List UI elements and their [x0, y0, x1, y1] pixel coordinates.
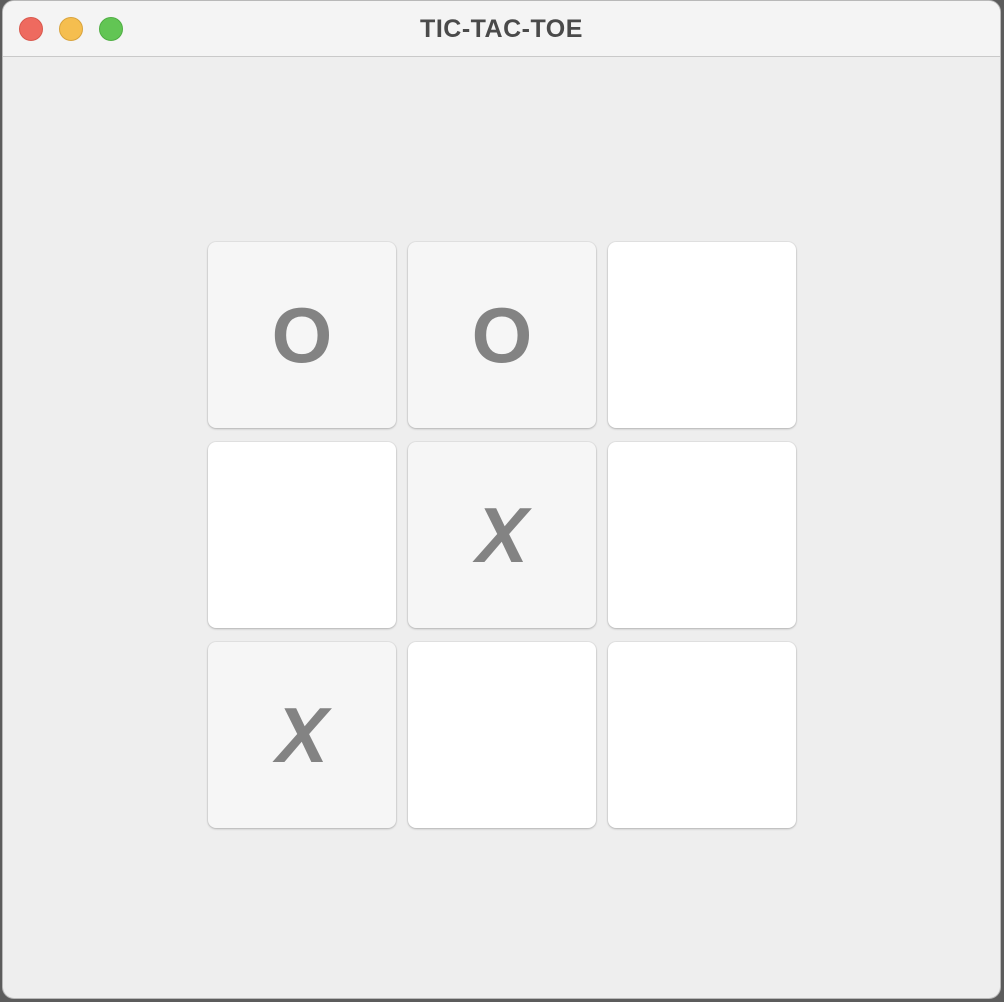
- board-cell-3[interactable]: [608, 242, 796, 428]
- window-title: TIC-TAC-TOE: [420, 15, 583, 43]
- board-cell-2[interactable]: O: [408, 242, 596, 428]
- board-cell-7[interactable]: X: [208, 642, 396, 828]
- cell-mark: O: [271, 291, 333, 379]
- cell-mark: O: [471, 291, 533, 379]
- board-cell-4[interactable]: [208, 442, 396, 628]
- board-cell-1[interactable]: O: [208, 242, 396, 428]
- board-cell-5[interactable]: X: [408, 442, 596, 628]
- title-bar: TIC-TAC-TOE: [3, 1, 1000, 57]
- board-cell-8[interactable]: [408, 642, 596, 828]
- board-cell-9[interactable]: [608, 642, 796, 828]
- cell-mark: X: [275, 691, 329, 779]
- app-window: TIC-TAC-TOE O O X X: [2, 0, 1001, 999]
- board-cell-6[interactable]: [608, 442, 796, 628]
- game-board: O O X X: [208, 242, 798, 830]
- cell-mark: X: [475, 491, 529, 579]
